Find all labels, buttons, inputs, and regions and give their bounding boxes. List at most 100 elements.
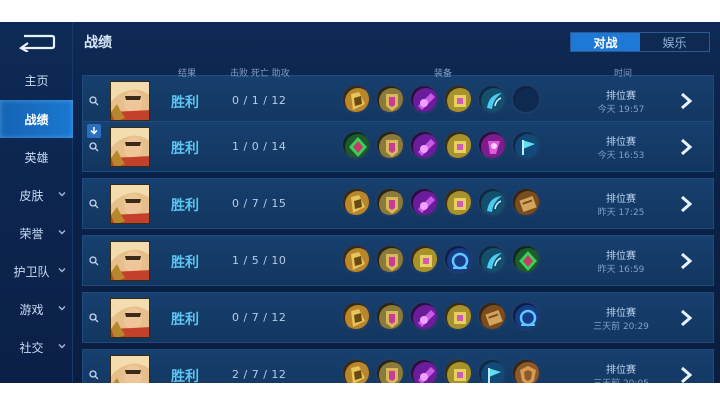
tome-item-icon[interactable] [477,301,507,331]
match-row[interactable]: 胜利 0 / 7 / 12 排位赛 三天前 20:29 [82,292,714,343]
sidebar-item-label: 游戏 [19,302,44,317]
purple-orb-item-icon[interactable] [409,84,439,114]
hero-portrait [110,81,150,121]
kda-value: 0 / 7 / 15 [232,197,287,210]
kda-value: 0 / 1 / 12 [232,94,287,107]
sidebar-item-label: 英雄 [24,150,49,165]
search-detail-icon [89,313,99,323]
match-row[interactable]: 胜利 1 / 0 / 14 排位赛 今天 16:53 [82,121,714,172]
hero-portrait [110,127,150,167]
hero-portrait [110,355,150,383]
match-row[interactable]: 胜利 2 / 7 / 12 排位赛三天前 20:05 [82,349,714,383]
column-header-result: 结果 [178,69,197,79]
search-detail-icon [89,256,99,266]
match-time: 今天 16:53 [597,151,645,161]
kda-value: 0 / 7 / 12 [232,311,287,324]
match-row[interactable]: 胜利 1 / 5 / 10 排位赛 昨天 16:59 [82,235,714,286]
download-badge-icon [87,124,101,138]
sidebar-item-honor[interactable]: 荣誉 [0,214,73,252]
sidebar-item-label: 社交 [19,340,44,355]
armor-item-icon[interactable] [375,244,405,274]
match-history-screen: 主页 战绩 英雄 皮肤 荣誉 护卫队 游戏 社交 战绩 对战 娱乐 胜利 0 / 1 / 12 排… [0,22,720,383]
armor-item-icon[interactable] [375,187,405,217]
chevron-down-icon [58,306,66,311]
match-row[interactable]: 胜利 0 / 7 / 15 排位赛 昨天 17:25 [82,178,714,229]
game-mode: 排位赛 [606,137,636,148]
green-gem-item-icon[interactable] [511,244,541,274]
sidebar-item-skins[interactable]: 皮肤 [0,176,73,214]
sidebar: 主页战绩英雄皮肤荣誉护卫队游戏社交 [0,22,73,383]
kda-value: 2 / 7 / 12 [232,368,287,381]
chevron-down-icon [58,230,66,235]
kda-value: 1 / 5 / 10 [232,254,287,267]
sidebar-item-game[interactable]: 游戏 [0,290,73,328]
match-time: 昨天 16:59 [597,265,645,275]
sidebar-item-guard-team[interactable]: 护卫队 [0,252,73,290]
sidebar-item-social[interactable]: 社交 [0,328,73,366]
gold-helm-item-icon[interactable] [443,84,473,114]
boots-item-icon[interactable] [341,187,371,217]
chevron-down-icon [58,192,66,197]
sidebar-item-heroes[interactable]: 英雄 [0,138,73,176]
game-mode: 排位赛 [606,365,636,376]
result-label: 胜利 [171,255,199,271]
gold-helm-item-icon[interactable] [443,187,473,217]
cyan-flag-item-icon[interactable] [477,358,507,383]
gold-helm-item-icon[interactable] [443,358,473,383]
purple-orb-item-icon[interactable] [409,301,439,331]
purple-orb-item-icon[interactable] [409,358,439,383]
purple-orb-item-icon[interactable] [409,130,439,160]
armor-item-icon[interactable] [375,84,405,114]
boots-item-icon[interactable] [341,301,371,331]
sidebar-item-label: 主页 [24,73,49,88]
armor-item-icon[interactable] [375,130,405,160]
gold-helm-item-icon[interactable] [409,244,439,274]
sidebar-item-label: 皮肤 [19,188,44,203]
result-label: 胜利 [171,198,199,214]
chevron-right-icon[interactable] [679,137,693,157]
boots-item-icon[interactable] [341,358,371,383]
chevron-right-icon[interactable] [679,91,693,111]
green-gem-item-icon[interactable] [341,130,371,160]
hero-portrait [110,184,150,224]
empty-slot-icon[interactable] [511,84,541,114]
boots-item-icon[interactable] [341,244,371,274]
column-header-kda: 击败 死亡 助攻 [230,69,290,79]
cyan-flag-item-icon[interactable] [511,130,541,160]
cyan-blade-item-icon[interactable] [477,244,507,274]
column-header-time: 时间 [614,69,633,79]
back-arrow-icon[interactable] [18,32,56,52]
search-detail-icon [89,142,99,152]
game-mode: 排位赛 [606,91,636,102]
blue-ring-item-icon[interactable] [443,244,473,274]
cyan-blade-item-icon[interactable] [477,84,507,114]
blue-ring-item-icon[interactable] [511,301,541,331]
search-detail-icon [89,96,99,106]
result-label: 胜利 [171,141,199,157]
purple-relic-item-icon[interactable] [477,130,507,160]
chevron-right-icon[interactable] [679,251,693,271]
boots-item-icon[interactable] [341,84,371,114]
game-mode: 排位赛 [606,194,636,205]
bronze-shield-item-icon[interactable] [511,358,541,383]
result-label: 胜利 [171,369,199,383]
result-label: 胜利 [171,95,199,111]
sidebar-item-label: 荣誉 [19,226,44,241]
tome-item-icon[interactable] [511,187,541,217]
sidebar-item-home[interactable]: 主页 [0,61,73,99]
gold-helm-item-icon[interactable] [443,130,473,160]
match-time: 三天前 20:05 [571,376,671,383]
gold-helm-item-icon[interactable] [443,301,473,331]
sidebar-item-label: 护卫队 [13,264,50,279]
chevron-down-icon [58,268,66,273]
search-detail-icon [89,199,99,209]
purple-orb-item-icon[interactable] [409,187,439,217]
cyan-blade-item-icon[interactable] [477,187,507,217]
armor-item-icon[interactable] [375,358,405,383]
sidebar-item-records[interactable]: 战绩 [0,100,73,138]
armor-item-icon[interactable] [375,301,405,331]
chevron-right-icon[interactable] [679,365,693,383]
match-row[interactable]: 胜利 0 / 1 / 12 排位赛 今天 19:57 [82,75,714,126]
chevron-right-icon[interactable] [679,308,693,328]
chevron-right-icon[interactable] [679,194,693,214]
